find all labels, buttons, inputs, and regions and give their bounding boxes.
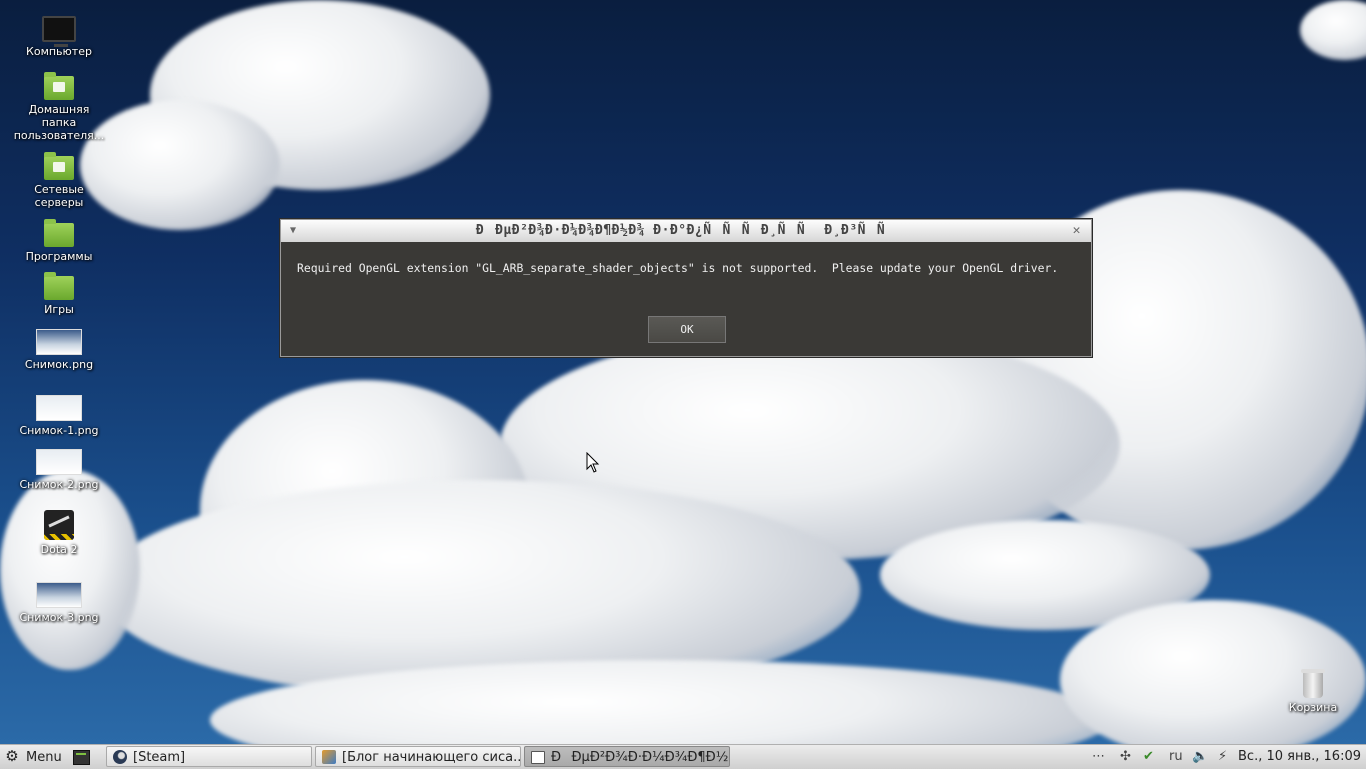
dialog-titlebar[interactable]: ▼ ÐÐµÐ²Ð¾Ð·Ð¼Ð¾Ð¶Ð½Ð¾ Ð·Ð°Ð¿ÑÑÑÐ¸ÑÑ… — [281, 220, 1091, 242]
cloud-decoration — [1300, 0, 1366, 60]
taskbar: ⚙ Menu [Steam] [Блог начинающего сиса... … — [0, 744, 1366, 769]
image-icon — [36, 395, 82, 421]
dropbox-icon[interactable]: ✣ — [1120, 746, 1131, 767]
ok-button[interactable]: OK — [648, 316, 726, 343]
terminal-icon — [73, 750, 90, 765]
taskbar-window-browser[interactable]: [Блог начинающего сиса... — [315, 746, 521, 767]
folder-icon — [44, 272, 74, 300]
browser-icon — [322, 750, 336, 764]
image-icon — [36, 449, 82, 475]
desktop-icon-dota2[interactable]: Dota 2 — [11, 510, 107, 556]
clock[interactable]: Вс., 10 янв., 16:09 — [1238, 746, 1361, 767]
desktop-icon-label: Игры — [44, 303, 74, 316]
taskbar-window-label: [Блог начинающего сиса... — [342, 750, 521, 765]
home-folder-icon — [44, 72, 74, 100]
taskbar-window-label: ÐÐµÐ²Ð¾Ð·Ð¼Ð¾Ð¶Ð½... — [551, 750, 730, 765]
desktop-icon-trash[interactable]: Корзина — [1265, 669, 1361, 714]
desktop-icon-home-folder[interactable]: Домашняя папка пользователя... — [11, 72, 107, 142]
terminal-launcher[interactable] — [73, 746, 93, 767]
desktop-icon-screenshot[interactable]: Снимок.png — [11, 329, 107, 371]
error-message: Required OpenGL extension "GL_ARB_separa… — [297, 261, 1059, 275]
desktop-background: Компьютер Домашняя папка пользователя...… — [0, 0, 1366, 744]
desktop-icon-network-servers[interactable]: Сетевые серверы — [11, 152, 107, 209]
desktop-icon-label: Домашняя папка пользователя... — [13, 103, 105, 142]
desktop-icon-programs[interactable]: Программы — [11, 219, 107, 263]
steam-game-icon — [44, 510, 74, 540]
desktop-icon-games[interactable]: Игры — [11, 272, 107, 316]
desktop-icon-label: Снимок-2.png — [19, 478, 99, 491]
menu-label: Menu — [26, 750, 62, 765]
desktop-icon-label: Корзина — [1288, 701, 1338, 714]
window-menu-icon[interactable]: ▼ — [290, 220, 297, 242]
desktop-icon-screenshot-1[interactable]: Снимок-1.png — [11, 395, 107, 437]
trash-icon — [1301, 669, 1325, 698]
taskbar-window-error-dialog[interactable]: ÐÐµÐ²Ð¾Ð·Ð¼Ð¾Ð¶Ð½... — [524, 746, 730, 767]
close-icon[interactable]: ✕ — [1073, 220, 1081, 242]
desktop-icon-label: Снимок-1.png — [19, 424, 99, 437]
update-ok-icon[interactable]: ✔ — [1143, 746, 1154, 767]
network-icon[interactable]: ⋯ — [1092, 746, 1105, 767]
steam-icon — [113, 750, 127, 764]
volume-icon[interactable]: 🔈 — [1192, 746, 1208, 767]
computer-icon — [42, 16, 76, 47]
taskbar-window-label: [Steam] — [133, 750, 186, 765]
power-icon[interactable]: ⚡ — [1218, 746, 1227, 767]
image-icon — [36, 582, 82, 608]
keyboard-layout[interactable]: ru — [1169, 746, 1183, 767]
desktop-icon-label: Снимок.png — [24, 358, 94, 371]
dialog-body: Required OpenGL extension "GL_ARB_separa… — [283, 242, 1089, 352]
desktop-icon-label: Программы — [25, 250, 93, 263]
dialog-title: ÐÐµÐ²Ð¾Ð·Ð¼Ð¾Ð¶Ð½Ð¾ Ð·Ð°Ð¿ÑÑÑÐ¸ÑÑ … — [475, 223, 897, 238]
desktop-icon-label: Снимок-3.png — [19, 611, 99, 624]
taskbar-window-steam[interactable]: [Steam] — [106, 746, 312, 767]
desktop-icon-screenshot-2[interactable]: Снимок-2.png — [11, 449, 107, 491]
desktop-icon-screenshot-3[interactable]: Снимок-3.png — [11, 582, 107, 624]
error-dialog: ▼ ÐÐµÐ²Ð¾Ð·Ð¼Ð¾Ð¶Ð½Ð¾ Ð·Ð°Ð¿ÑÑÑÐ¸ÑÑ… — [280, 219, 1092, 357]
window-icon — [531, 751, 545, 764]
network-folder-icon — [44, 152, 74, 180]
gear-icon: ⚙ — [5, 747, 19, 765]
folder-icon — [44, 219, 74, 247]
cloud-decoration — [0, 470, 140, 670]
desktop-icon-computer[interactable]: Компьютер — [11, 16, 107, 58]
desktop-icon-label: Сетевые серверы — [34, 183, 84, 209]
desktop-icon-label: Dota 2 — [40, 543, 78, 556]
image-icon — [36, 329, 82, 355]
cloud-decoration — [80, 100, 280, 230]
menu-button[interactable]: ⚙ Menu — [4, 746, 68, 767]
